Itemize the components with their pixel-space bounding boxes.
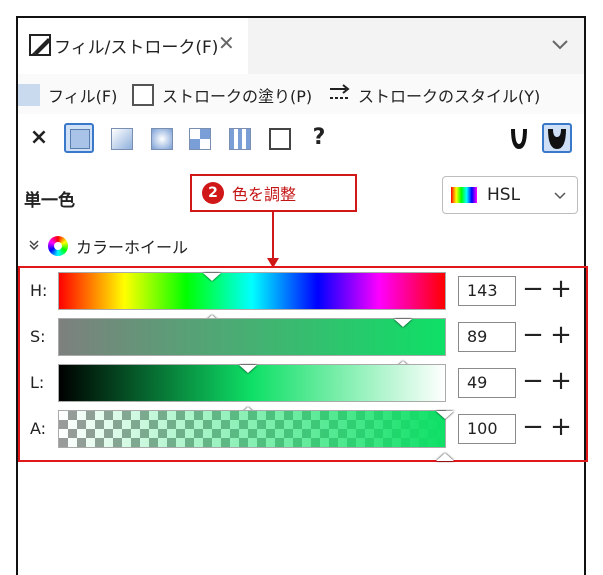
mesh-gradient-button[interactable] [184, 123, 214, 153]
lightness-slider-handle[interactable] [239, 365, 258, 373]
slider-row-hue: H: 143 − + [20, 270, 586, 323]
alpha-slider-handle-bottom[interactable] [436, 453, 454, 461]
close-icon[interactable]: ✕ [218, 31, 235, 55]
color-wheel-label: カラーホイール [76, 238, 189, 257]
linear-gradient-icon [111, 128, 133, 150]
tab-stroke-style[interactable]: ストロークのスタイル(Y) [328, 82, 540, 108]
flat-color-icon [70, 129, 90, 149]
radial-gradient-icon [151, 128, 173, 150]
color-spectrum-icon [451, 187, 477, 203]
color-mode-select[interactable]: HSL [442, 176, 578, 214]
alpha-slider-handle[interactable] [436, 411, 454, 419]
hue-slider[interactable] [58, 272, 446, 323]
fill-stroke-panel: フィル/ストローク(F) ✕ フィル(F) ストロークの塗り(P) ストロークの… [16, 16, 588, 575]
color-mode-value: HSL [487, 185, 521, 205]
nonzero-icon [548, 129, 566, 149]
fill-swatch-icon [18, 84, 40, 106]
slider-row-alpha: A: 100 − + [20, 408, 586, 461]
stroke-style-icon [328, 83, 352, 107]
stroke-paint-swatch-icon [132, 84, 154, 106]
annotation-number: 2 [202, 182, 224, 204]
hue-decrement-button[interactable]: − [522, 276, 544, 306]
saturation-decrement-button[interactable]: − [522, 322, 544, 352]
fill-mode-label: 単一色 [24, 191, 75, 211]
alpha-value-input[interactable]: 100 [458, 414, 516, 444]
pattern-icon [229, 128, 251, 150]
hsla-sliders-group: H: 143 − + S: 89 − + L: 49 − + A: 100 − … [18, 266, 588, 462]
chevron-down-icon [553, 187, 567, 207]
tab-stroke-paint-label: ストロークの塗り(P) [162, 87, 313, 106]
no-paint-icon[interactable]: × [24, 123, 54, 153]
evenodd-icon [511, 129, 527, 149]
tab-fill-stroke[interactable]: フィル/ストローク(F) ✕ [18, 18, 248, 74]
annotation-callout: 2 色を調整 [190, 174, 357, 212]
lightness-decrement-button[interactable]: − [522, 368, 544, 398]
saturation-increment-button[interactable]: + [550, 322, 572, 352]
color-wheel-toggle[interactable]: カラーホイール [28, 234, 188, 258]
lightness-value-input[interactable]: 49 [458, 368, 516, 398]
slider-row-lightness: L: 49 − + [20, 362, 586, 415]
hue-value-input[interactable]: 143 [458, 276, 516, 306]
pattern-button[interactable] [224, 123, 254, 153]
tab-fill-label: フィル(F) [48, 87, 118, 106]
hue-slider-handle[interactable] [203, 273, 222, 281]
linear-gradient-button[interactable] [106, 123, 136, 153]
saturation-label: S: [30, 327, 46, 346]
lightness-slider[interactable] [58, 364, 446, 415]
flat-color-button[interactable] [64, 123, 94, 153]
fill-rule-nonzero-button[interactable] [542, 123, 572, 153]
annotation-arrow [267, 212, 279, 268]
saturation-slider-handle[interactable] [393, 319, 412, 327]
tab-stroke-style-label: ストロークのスタイル(Y) [358, 87, 541, 106]
alpha-decrement-button[interactable]: − [522, 414, 544, 444]
paint-type-toolbar: × ? [18, 116, 584, 164]
alpha-increment-button[interactable]: + [550, 414, 572, 444]
slider-row-saturation: S: 89 − + [20, 316, 586, 369]
swatch-button[interactable] [264, 123, 294, 153]
annotation-text: 色を調整 [232, 185, 297, 204]
tab-fill[interactable]: フィル(F) [18, 82, 117, 108]
mode-tabs: フィル(F) ストロークの塗り(P) ストロークのスタイル(Y) [18, 74, 584, 114]
hue-label: H: [30, 281, 48, 300]
alpha-label: A: [30, 419, 47, 438]
paintbrush-icon [28, 32, 54, 58]
chevron-down-icon[interactable] [550, 34, 570, 54]
mesh-gradient-icon [189, 128, 211, 150]
fill-rule-evenodd-button[interactable] [504, 123, 534, 153]
unset-paint-icon[interactable]: ? [304, 123, 334, 153]
swatch-icon [269, 128, 291, 150]
alpha-slider[interactable] [58, 410, 454, 461]
lightness-label: L: [30, 373, 45, 392]
tab-label: フィル/ストローク(F) [54, 38, 219, 58]
saturation-slider[interactable] [58, 318, 446, 369]
tab-stroke-paint[interactable]: ストロークの塗り(P) [132, 82, 312, 108]
collapse-chevron-icon [28, 239, 40, 254]
lightness-increment-button[interactable]: + [550, 368, 572, 398]
hue-increment-button[interactable]: + [550, 276, 572, 306]
panel-tabbar: フィル/ストローク(F) ✕ [18, 18, 584, 75]
color-wheel-icon [48, 236, 68, 256]
radial-gradient-button[interactable] [146, 123, 176, 153]
saturation-value-input[interactable]: 89 [458, 322, 516, 352]
